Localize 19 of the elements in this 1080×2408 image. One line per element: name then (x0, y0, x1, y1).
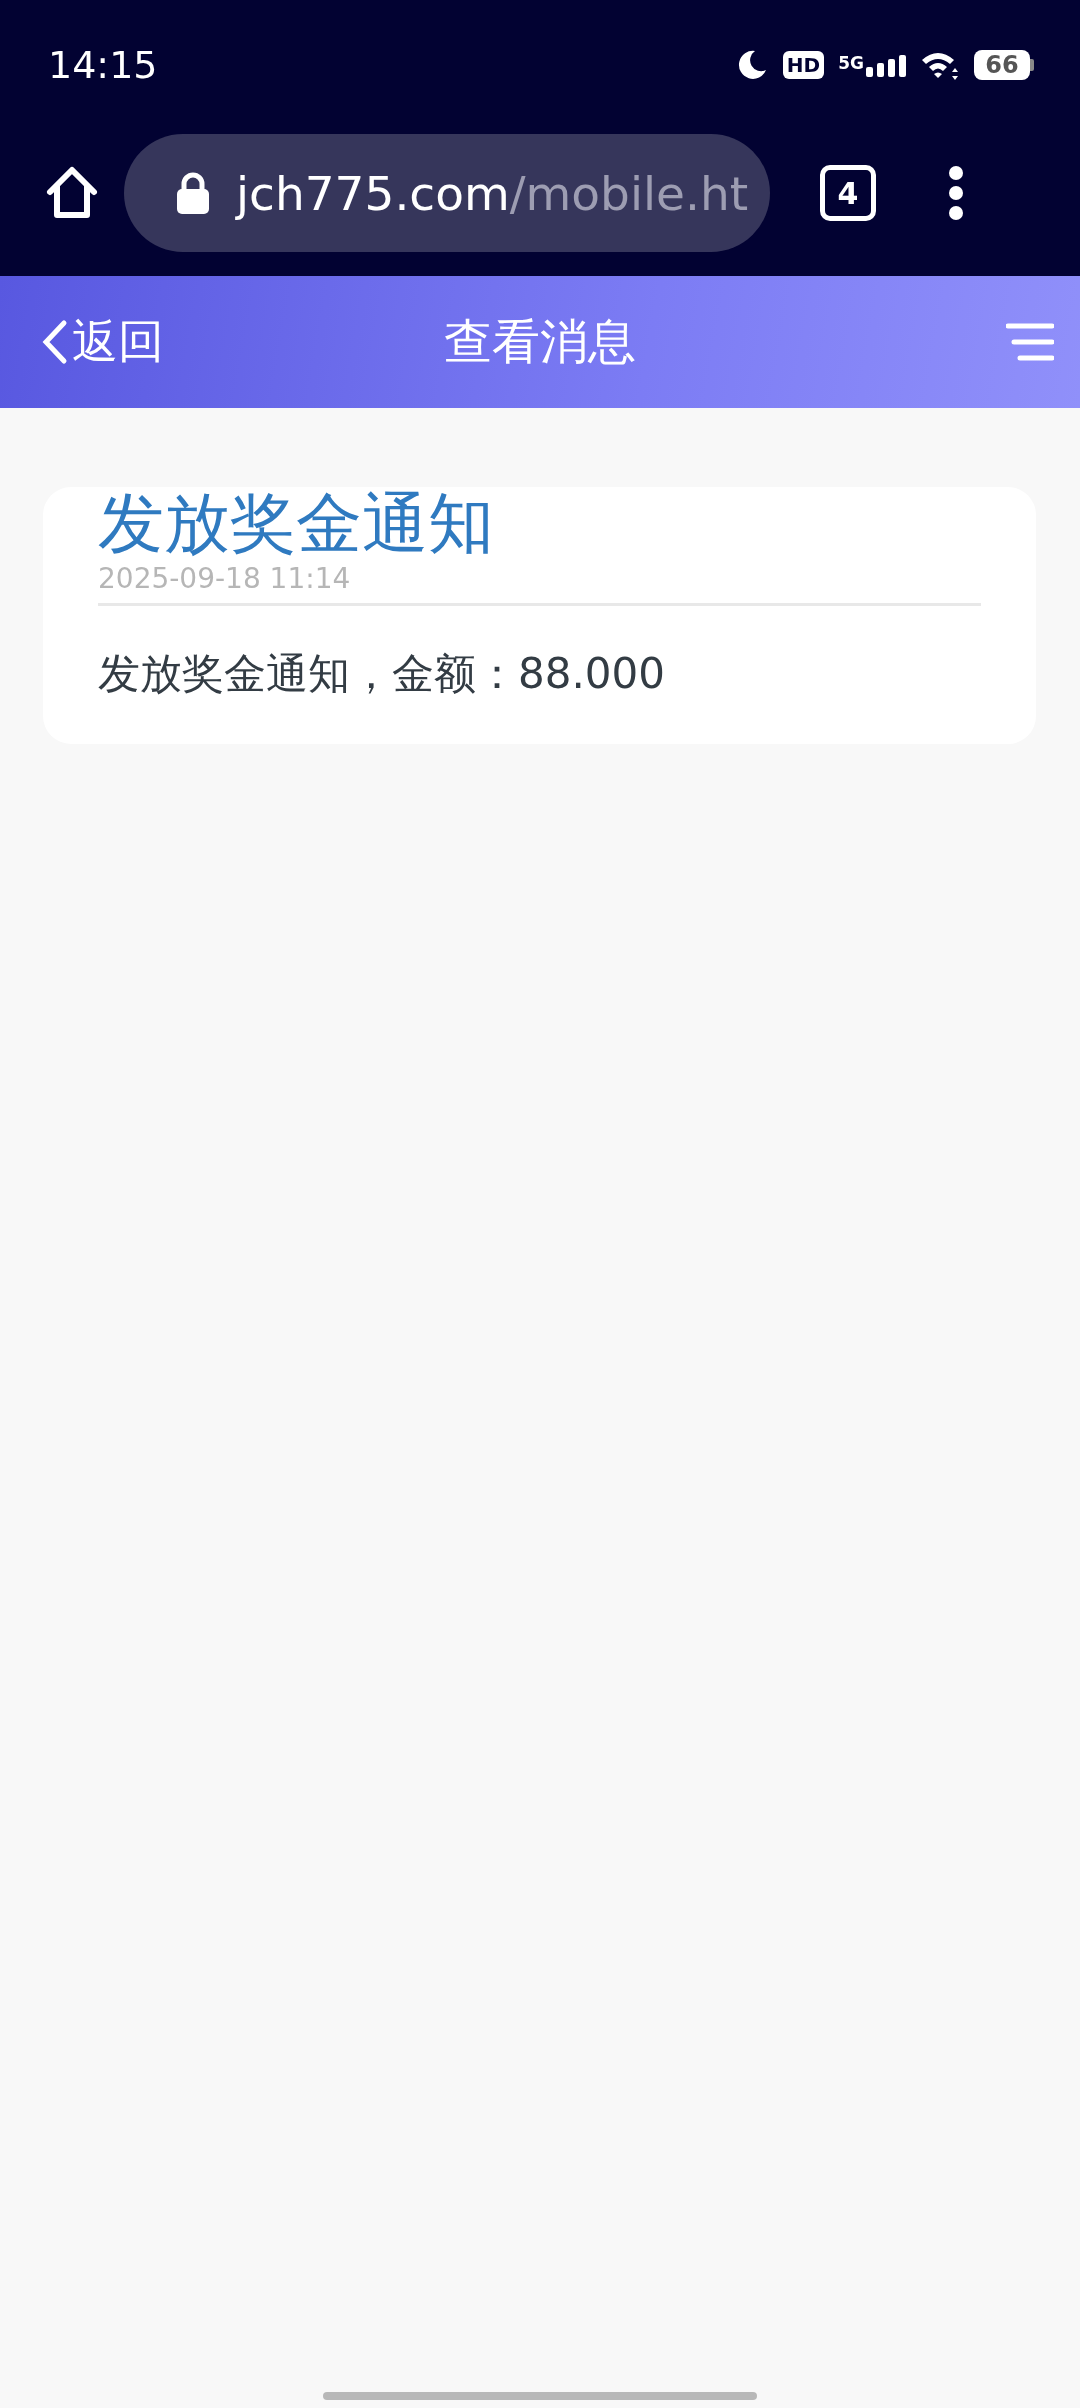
clock-time: 14:15 (48, 43, 159, 87)
url-text: jch775.com/mobile.ht (236, 165, 749, 221)
tab-count[interactable]: 4 (820, 165, 876, 221)
address-bar[interactable]: jch775.com/mobile.ht (124, 134, 770, 252)
message-title: 发放奖金通知 (98, 487, 495, 561)
message-body: 发放奖金通知，金额：88.000 (98, 648, 666, 700)
chevron-left-icon (40, 319, 68, 365)
message-date: 2025-09-18 11:14 (98, 561, 981, 606)
page-title: 查看消息 (444, 312, 636, 371)
signal-icon (866, 53, 906, 77)
back-button[interactable]: 返回 (40, 311, 164, 373)
lock-icon (176, 172, 210, 214)
battery-icon: 66 (974, 50, 1030, 80)
more-icon[interactable] (948, 165, 964, 221)
network-type: 5G (838, 53, 864, 73)
home-icon[interactable] (44, 165, 100, 221)
hd-icon: HD (782, 51, 825, 79)
menu-icon[interactable] (1006, 323, 1054, 361)
wifi-icon (920, 50, 960, 80)
